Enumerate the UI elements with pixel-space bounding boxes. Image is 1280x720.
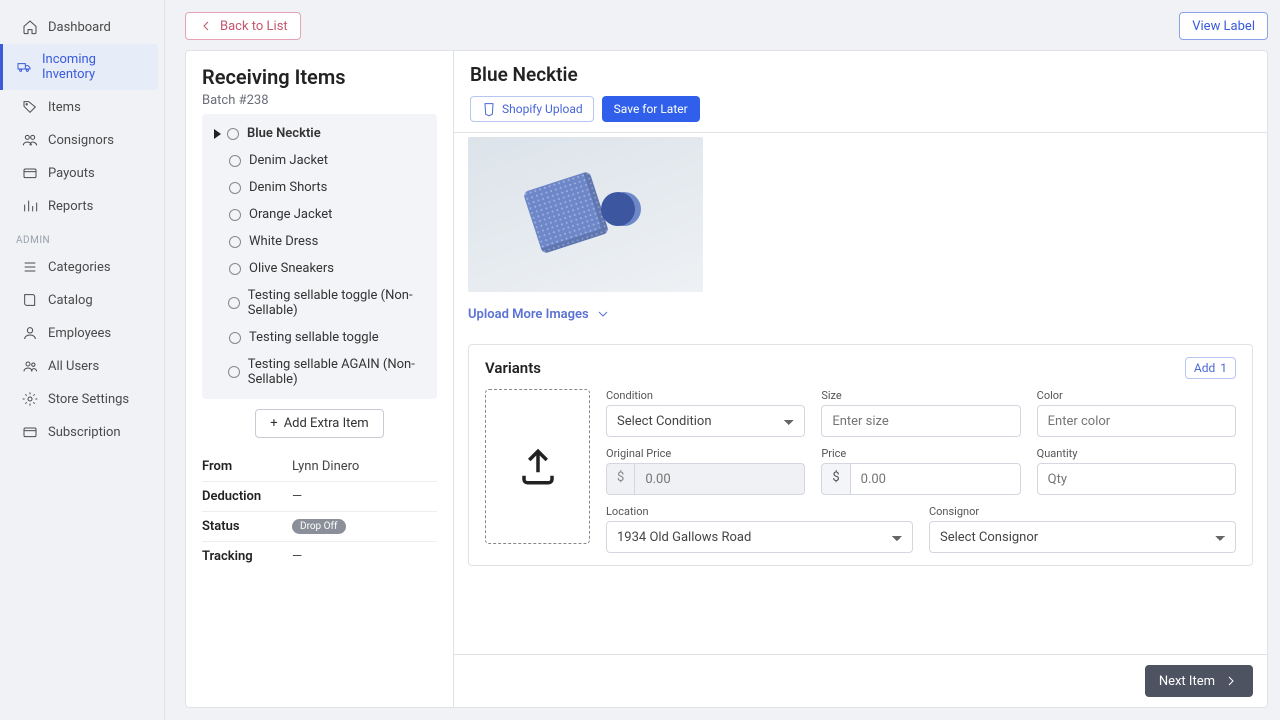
shopify-icon: [481, 101, 497, 117]
gear-icon: [22, 391, 38, 407]
status-badge: Drop Off: [292, 519, 346, 534]
receiving-item[interactable]: Testing sellable toggle: [206, 324, 433, 351]
upload-more-images-link[interactable]: Upload More Images: [468, 306, 1253, 322]
group-icon: [22, 358, 38, 374]
detail-footer: Next Item: [454, 654, 1267, 707]
receiving-panel: Receiving Items Batch #238 Blue NecktieD…: [186, 51, 454, 707]
sidebar-item-incoming-inventory[interactable]: Incoming Inventory: [0, 44, 158, 90]
batch-meta: FromLynn Dinero Deduction— StatusDrop Of…: [202, 452, 437, 571]
sidebar-item-subscription[interactable]: Subscription: [6, 416, 158, 448]
color-input[interactable]: [1037, 405, 1236, 437]
card-icon: [22, 424, 38, 440]
product-thumbnail[interactable]: [468, 137, 703, 292]
size-input[interactable]: [821, 405, 1020, 437]
location-select[interactable]: 1934 Old Gallows Road: [606, 521, 913, 553]
sidebar-item-categories[interactable]: Categories: [6, 251, 158, 283]
batch-number: Batch #238: [202, 93, 437, 108]
content-panel: Receiving Items Batch #238 Blue NecktieD…: [185, 50, 1268, 708]
next-item-button[interactable]: Next Item: [1145, 665, 1253, 697]
add-variant-button[interactable]: Add 1: [1185, 357, 1236, 379]
sidebar-item-employees[interactable]: Employees: [6, 317, 158, 349]
variant-fields: Condition Select Condition Size Color Or…: [606, 389, 1236, 553]
variants-title: Variants: [485, 359, 541, 377]
radio-icon[interactable]: [229, 209, 241, 221]
sidebar-item-store-settings[interactable]: Store Settings: [6, 383, 158, 415]
home-icon: [22, 19, 38, 35]
radio-icon[interactable]: [229, 332, 241, 344]
detail-panel: Blue Necktie Shopify Upload Save for Lat…: [454, 51, 1267, 707]
receiving-item[interactable]: Denim Shorts: [206, 174, 433, 201]
arrow-left-icon: [198, 18, 214, 34]
receiving-title: Receiving Items: [202, 65, 437, 89]
users-icon: [22, 132, 38, 148]
receiving-item[interactable]: Orange Jacket: [206, 201, 433, 228]
receiving-item[interactable]: White Dress: [206, 228, 433, 255]
detail-body[interactable]: Upload More Images Variants Add 1: [454, 133, 1267, 654]
plus-icon: +: [270, 416, 277, 431]
receiving-item[interactable]: Testing sellable AGAIN (Non-Sellable): [206, 351, 433, 393]
variant-count: 1: [1220, 361, 1227, 375]
image-area: Upload More Images: [468, 133, 1253, 330]
topbar: Back to List View Label: [185, 12, 1268, 40]
consignor-select[interactable]: Select Consignor: [929, 521, 1236, 553]
meta-from: Lynn Dinero: [292, 459, 359, 474]
caret-right-icon: [214, 129, 221, 139]
quantity-input[interactable]: [1037, 463, 1236, 495]
radio-icon[interactable]: [229, 155, 241, 167]
radio-icon[interactable]: [229, 182, 241, 194]
variant-image-upload[interactable]: [485, 389, 590, 544]
sidebar-item-catalog[interactable]: Catalog: [6, 284, 158, 316]
detail-header: Blue Necktie Shopify Upload Save for Lat…: [454, 51, 1267, 133]
bars-icon: [22, 198, 38, 214]
item-list[interactable]: Blue NecktieDenim JacketDenim ShortsOran…: [202, 114, 437, 399]
sidebar-item-all-users[interactable]: All Users: [6, 350, 158, 382]
necktie-image: [531, 170, 641, 260]
receiving-item[interactable]: Blue Necktie: [206, 120, 433, 147]
shopify-upload-button[interactable]: Shopify Upload: [470, 96, 594, 122]
card-icon: [22, 165, 38, 181]
user-icon: [22, 325, 38, 341]
sidebar-item-items[interactable]: Items: [6, 91, 158, 123]
radio-icon[interactable]: [229, 236, 241, 248]
view-label-button[interactable]: View Label: [1179, 12, 1268, 40]
detail-title: Blue Necktie: [470, 63, 1251, 86]
radio-icon[interactable]: [229, 263, 241, 275]
sidebar-admin-header: ADMIN: [0, 223, 164, 250]
arrow-right-icon: [1223, 673, 1239, 689]
main-area: Back to List View Label Receiving Items …: [165, 0, 1280, 720]
variants-card: Variants Add 1 Condition Select Conditio: [468, 344, 1253, 566]
radio-icon[interactable]: [228, 297, 240, 309]
back-to-list-button[interactable]: Back to List: [185, 12, 301, 40]
original-price-input: $: [606, 463, 805, 495]
truck-icon: [16, 59, 32, 75]
sidebar-item-payouts[interactable]: Payouts: [6, 157, 158, 189]
radio-icon[interactable]: [227, 128, 239, 140]
sidebar-item-dashboard[interactable]: Dashboard: [6, 11, 158, 43]
receiving-item[interactable]: Olive Sneakers: [206, 255, 433, 282]
book-icon: [22, 292, 38, 308]
sidebar: DashboardIncoming InventoryItemsConsigno…: [0, 0, 165, 720]
condition-select[interactable]: Select Condition: [606, 405, 805, 437]
tag-icon: [22, 99, 38, 115]
radio-icon[interactable]: [228, 366, 240, 378]
upload-icon: [517, 446, 559, 488]
list-icon: [22, 259, 38, 275]
chevron-down-icon: [595, 306, 611, 322]
sidebar-item-consignors[interactable]: Consignors: [6, 124, 158, 156]
meta-deduction: —: [292, 489, 302, 504]
sidebar-item-reports[interactable]: Reports: [6, 190, 158, 222]
save-for-later-button[interactable]: Save for Later: [602, 96, 700, 122]
meta-tracking: —: [292, 549, 302, 564]
receiving-item[interactable]: Testing sellable toggle (Non-Sellable): [206, 282, 433, 324]
price-input[interactable]: $: [821, 463, 1020, 495]
add-extra-item-button[interactable]: + Add Extra Item: [255, 409, 383, 438]
receiving-item[interactable]: Denim Jacket: [206, 147, 433, 174]
